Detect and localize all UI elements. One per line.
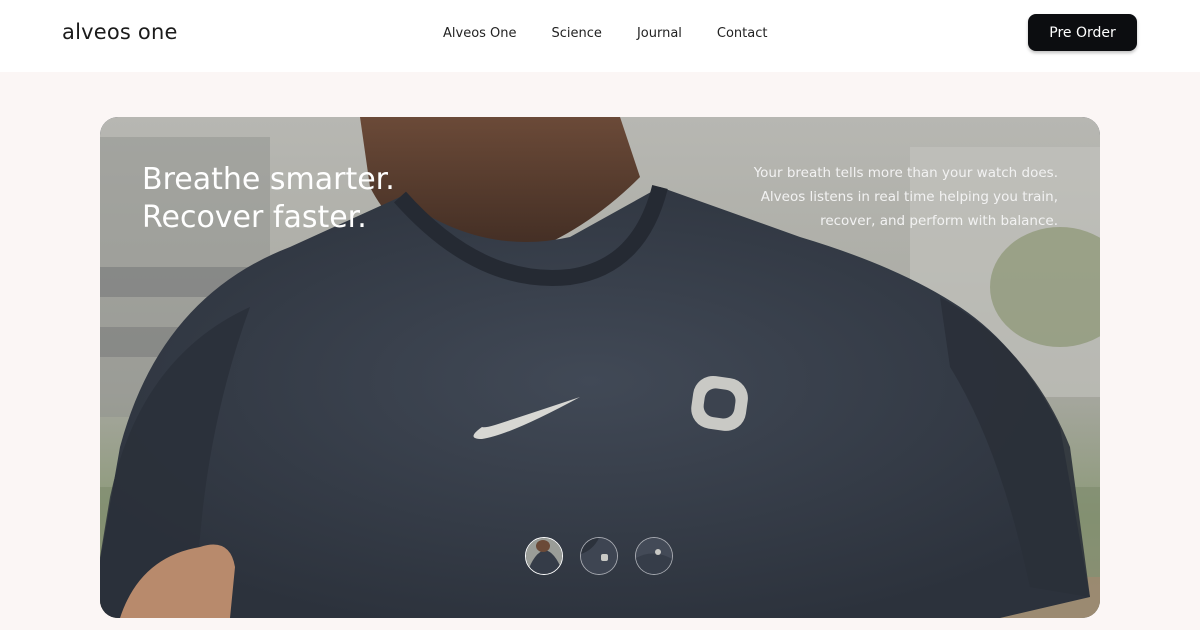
headline-line-1: Breathe smarter. [142, 162, 395, 197]
nav-link-science[interactable]: Science [552, 25, 602, 42]
carousel-thumb-2[interactable] [580, 537, 618, 575]
nav-link-journal[interactable]: Journal [637, 25, 682, 42]
hero-tagline: Your breath tells more than your watch d… [738, 161, 1058, 233]
pre-order-button[interactable]: Pre Order [1028, 14, 1137, 51]
hero-headline: Breathe smarter. Recover faster. [142, 161, 395, 237]
headline-line-2: Recover faster. [142, 200, 367, 235]
thumb-1-image [526, 538, 562, 574]
carousel-thumb-1[interactable] [525, 537, 563, 575]
main-nav: Alveos One Science Journal Contact [443, 25, 802, 42]
tagline-line-3: recover, and perform with balance. [820, 213, 1058, 229]
brand-logo[interactable]: alveos one [62, 20, 178, 44]
hero-banner: Breathe smarter. Recover faster. Your br… [100, 117, 1100, 618]
thumb-2-image [581, 538, 617, 574]
site-header: alveos one Alveos One Science Journal Co… [0, 0, 1200, 72]
thumb-3-image [636, 538, 672, 574]
tagline-line-2: Alveos listens in real time helping you … [760, 189, 1058, 205]
carousel-thumb-3[interactable] [635, 537, 673, 575]
nav-link-alveos-one[interactable]: Alveos One [443, 25, 517, 42]
nav-link-contact[interactable]: Contact [717, 25, 768, 42]
tagline-line-1: Your breath tells more than your watch d… [753, 165, 1058, 181]
carousel-thumbnails [525, 537, 690, 575]
